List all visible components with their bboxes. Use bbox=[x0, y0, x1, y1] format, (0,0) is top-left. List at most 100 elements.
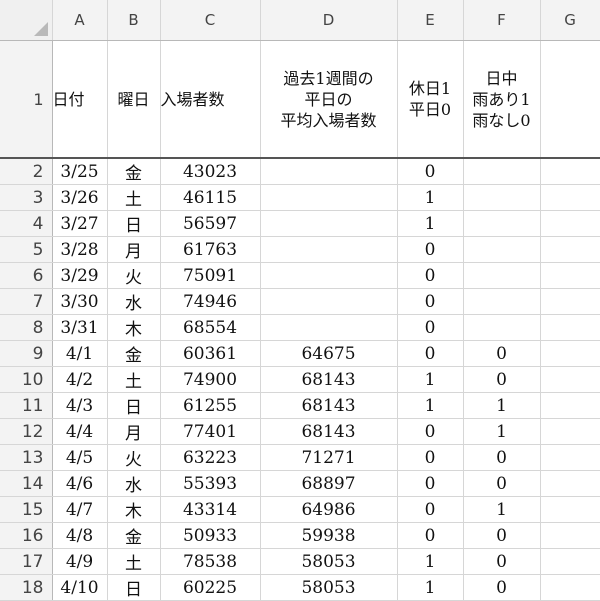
column-header-c[interactable]: C bbox=[160, 0, 261, 41]
cell-visitors[interactable]: 43314 bbox=[160, 496, 261, 523]
cell-empty[interactable] bbox=[540, 496, 600, 523]
cell-visitors[interactable]: 75091 bbox=[160, 262, 261, 289]
cell-weekday-average[interactable]: 58053 bbox=[260, 574, 398, 601]
cell-rain-flag[interactable]: 1 bbox=[463, 418, 541, 445]
cell-date[interactable]: 3/28 bbox=[52, 236, 108, 263]
cell-empty[interactable] bbox=[540, 262, 600, 289]
cell-visitors[interactable]: 77401 bbox=[160, 418, 261, 445]
cell-weekday[interactable]: 火 bbox=[107, 444, 161, 471]
row-header[interactable]: 12 bbox=[0, 418, 53, 445]
cell-date[interactable]: 4/3 bbox=[52, 392, 108, 419]
cell-weekday[interactable]: 金 bbox=[107, 340, 161, 367]
cell-holiday-flag[interactable]: 0 bbox=[397, 444, 464, 471]
cell-visitors[interactable]: 68554 bbox=[160, 314, 261, 341]
cell-holiday-flag[interactable]: 1 bbox=[397, 366, 464, 393]
row-header[interactable]: 10 bbox=[0, 366, 53, 393]
cell-empty[interactable] bbox=[540, 418, 600, 445]
cell-holiday-flag-header[interactable]: 休日1 平日0 bbox=[397, 40, 464, 159]
cell-holiday-flag[interactable]: 0 bbox=[397, 288, 464, 315]
cell-visitors[interactable]: 74900 bbox=[160, 366, 261, 393]
cell-empty[interactable] bbox=[540, 444, 600, 471]
cell-date[interactable]: 4/1 bbox=[52, 340, 108, 367]
cell-holiday-flag[interactable]: 0 bbox=[397, 262, 464, 289]
cell-date[interactable]: 4/8 bbox=[52, 522, 108, 549]
cell-holiday-flag[interactable]: 0 bbox=[397, 314, 464, 341]
cell-weekday-average[interactable]: 68143 bbox=[260, 366, 398, 393]
cell-empty[interactable] bbox=[540, 184, 600, 211]
cell-weekday[interactable]: 金 bbox=[107, 522, 161, 549]
cell-weekday[interactable]: 木 bbox=[107, 496, 161, 523]
cell-weekday-average[interactable]: 59938 bbox=[260, 522, 398, 549]
cell-empty[interactable] bbox=[540, 548, 600, 575]
cell-holiday-flag[interactable]: 0 bbox=[397, 236, 464, 263]
cell-weekday[interactable]: 土 bbox=[107, 548, 161, 575]
row-header[interactable]: 5 bbox=[0, 236, 53, 263]
cell-date[interactable]: 3/27 bbox=[52, 210, 108, 237]
cell-weekday[interactable]: 土 bbox=[107, 184, 161, 211]
cell-rain-flag[interactable] bbox=[463, 236, 541, 263]
column-header-a[interactable]: A bbox=[52, 0, 108, 41]
cell-rain-flag[interactable]: 0 bbox=[463, 548, 541, 575]
cell-empty[interactable] bbox=[540, 288, 600, 315]
row-header[interactable]: 3 bbox=[0, 184, 53, 211]
cell-empty[interactable] bbox=[540, 236, 600, 263]
cell-date[interactable]: 4/7 bbox=[52, 496, 108, 523]
cell-weekday-average[interactable]: 64675 bbox=[260, 340, 398, 367]
cell-visitors[interactable]: 74946 bbox=[160, 288, 261, 315]
cell-weekday[interactable]: 水 bbox=[107, 288, 161, 315]
column-header-e[interactable]: E bbox=[397, 0, 464, 41]
cell-date[interactable]: 3/30 bbox=[52, 288, 108, 315]
cell-weekday-header[interactable]: 曜日 bbox=[107, 40, 161, 159]
cell-rain-flag[interactable] bbox=[463, 210, 541, 237]
row-header[interactable]: 2 bbox=[0, 158, 53, 185]
cell-holiday-flag[interactable]: 0 bbox=[397, 340, 464, 367]
row-header[interactable]: 14 bbox=[0, 470, 53, 497]
cell-weekday-average[interactable]: 68143 bbox=[260, 418, 398, 445]
cell-rain-flag[interactable] bbox=[463, 314, 541, 341]
row-header[interactable]: 13 bbox=[0, 444, 53, 471]
cell-weekday[interactable]: 金 bbox=[107, 158, 161, 185]
cell-visitors[interactable]: 60225 bbox=[160, 574, 261, 601]
cell-rain-flag-header[interactable]: 日中 雨あり1 雨なし0 bbox=[463, 40, 541, 159]
cell-holiday-flag[interactable]: 1 bbox=[397, 548, 464, 575]
cell-visitors[interactable]: 43023 bbox=[160, 158, 261, 185]
row-header[interactable]: 1 bbox=[0, 40, 53, 159]
cell-weekday[interactable]: 木 bbox=[107, 314, 161, 341]
row-header[interactable]: 6 bbox=[0, 262, 53, 289]
cell-weekday-average[interactable]: 58053 bbox=[260, 548, 398, 575]
column-header-g[interactable]: G bbox=[540, 0, 600, 41]
cell-holiday-flag[interactable]: 1 bbox=[397, 210, 464, 237]
cell-visitors[interactable]: 60361 bbox=[160, 340, 261, 367]
cell-rain-flag[interactable]: 0 bbox=[463, 366, 541, 393]
cell-visitors[interactable]: 61255 bbox=[160, 392, 261, 419]
select-all-corner[interactable] bbox=[0, 0, 53, 41]
cell-holiday-flag[interactable]: 0 bbox=[397, 418, 464, 445]
cell-visitors[interactable]: 61763 bbox=[160, 236, 261, 263]
cell-visitors[interactable]: 56597 bbox=[160, 210, 261, 237]
cell-weekday[interactable]: 月 bbox=[107, 418, 161, 445]
column-header-d[interactable]: D bbox=[260, 0, 398, 41]
cell-holiday-flag[interactable]: 0 bbox=[397, 522, 464, 549]
cell-weekday-average-header[interactable]: 過去1週間の 平日の 平均入場者数 bbox=[260, 40, 398, 159]
cell-holiday-flag[interactable]: 1 bbox=[397, 392, 464, 419]
cell-weekday[interactable]: 日 bbox=[107, 210, 161, 237]
column-header-f[interactable]: F bbox=[463, 0, 541, 41]
cell-weekday[interactable]: 日 bbox=[107, 392, 161, 419]
cell-visitors-header[interactable]: 入場者数 bbox=[160, 40, 261, 159]
cell-weekday-average[interactable] bbox=[260, 262, 398, 289]
cell-empty[interactable] bbox=[540, 314, 600, 341]
cell-date[interactable]: 3/25 bbox=[52, 158, 108, 185]
cell-weekday[interactable]: 日 bbox=[107, 574, 161, 601]
cell-date[interactable]: 4/5 bbox=[52, 444, 108, 471]
cell-date[interactable]: 3/31 bbox=[52, 314, 108, 341]
cell-rain-flag[interactable] bbox=[463, 262, 541, 289]
cell-weekday-average[interactable]: 68897 bbox=[260, 470, 398, 497]
row-header[interactable]: 15 bbox=[0, 496, 53, 523]
row-header[interactable]: 17 bbox=[0, 548, 53, 575]
row-header[interactable]: 16 bbox=[0, 522, 53, 549]
row-header[interactable]: 11 bbox=[0, 392, 53, 419]
cell-weekday-average[interactable]: 64986 bbox=[260, 496, 398, 523]
cell-visitors[interactable]: 50933 bbox=[160, 522, 261, 549]
cell-rain-flag[interactable]: 0 bbox=[463, 470, 541, 497]
cell-weekday[interactable]: 水 bbox=[107, 470, 161, 497]
